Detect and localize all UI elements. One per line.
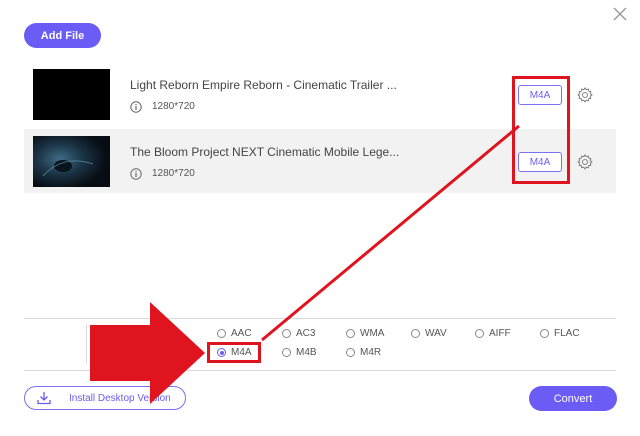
format-option-ac3[interactable]: AC3 — [282, 328, 315, 339]
format-option-aac[interactable]: AAC — [217, 328, 252, 339]
format-label: AAC — [231, 328, 252, 339]
highlight-box — [512, 76, 570, 184]
file-resolution: 1280*720 — [152, 168, 195, 179]
file-resolution: 1280*720 — [152, 101, 195, 112]
radio-icon — [411, 329, 420, 338]
install-desktop-button[interactable]: Install Desktop Version — [24, 386, 186, 410]
install-label: Install Desktop Version — [69, 392, 171, 404]
format-option-flac[interactable]: FLAC — [540, 328, 580, 339]
gear-icon[interactable] — [576, 86, 594, 104]
radio-icon — [282, 348, 291, 357]
convert-button[interactable]: Convert — [529, 386, 617, 411]
video-thumbnail — [33, 136, 110, 187]
info-icon[interactable] — [130, 101, 142, 113]
gear-icon[interactable] — [576, 153, 594, 171]
radio-icon — [346, 348, 355, 357]
info-icon[interactable] — [130, 168, 142, 180]
radio-icon — [282, 329, 291, 338]
radio-icon — [475, 329, 484, 338]
file-name: Light Reborn Empire Reborn - Cinematic T… — [130, 78, 397, 92]
download-icon — [37, 392, 51, 405]
divider — [24, 318, 616, 319]
close-icon[interactable] — [608, 2, 632, 26]
format-label: FLAC — [554, 328, 580, 339]
format-label: M4B — [296, 347, 317, 358]
divider — [86, 325, 87, 363]
format-label: WMA — [360, 328, 385, 339]
radio-icon — [540, 329, 549, 338]
file-name: The Bloom Project NEXT Cinematic Mobile … — [130, 145, 400, 159]
format-option-m4b[interactable]: M4B — [282, 347, 317, 358]
format-label: AIFF — [489, 328, 511, 339]
divider — [24, 370, 616, 371]
highlight-box — [207, 342, 261, 363]
format-option-wma[interactable]: WMA — [346, 328, 384, 339]
format-label: WAV — [425, 328, 447, 339]
format-label: AC3 — [296, 328, 316, 339]
format-option-m4r[interactable]: M4R — [346, 347, 381, 358]
radio-icon — [346, 329, 355, 338]
format-label: M4R — [360, 347, 382, 358]
add-file-button[interactable]: Add File — [24, 23, 101, 48]
radio-icon — [217, 329, 226, 338]
format-option-aiff[interactable]: AIFF — [475, 328, 511, 339]
video-thumbnail — [33, 69, 110, 120]
format-option-wav[interactable]: WAV — [411, 328, 447, 339]
